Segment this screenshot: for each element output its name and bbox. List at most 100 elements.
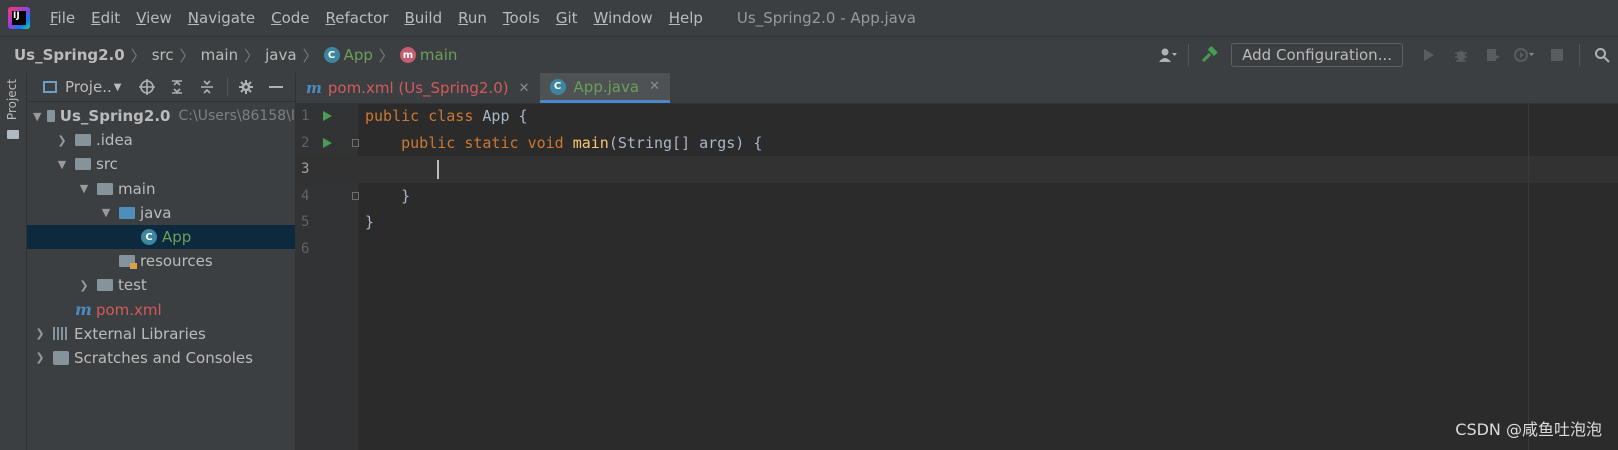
text-caret <box>437 160 440 179</box>
tree-scratches-label: Scratches and Consoles <box>74 348 253 367</box>
tree-item-java[interactable]: ▼ java <box>27 201 295 225</box>
line-number: 1 <box>301 108 310 124</box>
code-line[interactable]: } <box>358 183 1618 210</box>
project-view-selector[interactable]: Proje.. ▼ <box>43 78 121 96</box>
menu-navigate[interactable]: Navigate <box>180 9 263 27</box>
stop-icon[interactable] <box>1544 42 1570 68</box>
expand-all-icon[interactable] <box>165 75 189 99</box>
intellij-logo-icon: IJ <box>8 7 30 29</box>
editor-gutter: 1 2 3 4 5 6 <box>296 103 359 450</box>
tree-item-root[interactable]: ▼ Us_Spring2.0 C:\Users\86158\I <box>27 104 295 128</box>
code-line[interactable] <box>358 236 1618 263</box>
class-icon: C <box>323 47 340 63</box>
menu-window[interactable]: Window <box>586 9 661 27</box>
build-hammer-icon[interactable] <box>1196 42 1222 68</box>
code-line[interactable]: public static void main(String[] args) { <box>358 130 1618 157</box>
chevron-down-icon[interactable]: ▼ <box>77 182 91 195</box>
run-gutter-icon[interactable] <box>323 137 332 148</box>
tab-pom-xml[interactable]: m pom.xml (Us_Spring2.0) ✕ <box>296 73 540 103</box>
code-line[interactable]: } <box>358 209 1618 236</box>
breadcrumb-project[interactable]: Us_Spring2.0 <box>14 46 125 64</box>
run-gutter-icon[interactable] <box>323 111 332 121</box>
menu-help[interactable]: Help <box>661 9 711 27</box>
menu-refactor[interactable]: Refactor <box>318 9 397 27</box>
tree-item-external-libraries[interactable]: ❯ External Libraries <box>27 322 295 346</box>
tree-item-scratches[interactable]: ❯ Scratches and Consoles <box>27 346 295 370</box>
menu-view[interactable]: View <box>128 9 180 27</box>
maven-m-icon: m <box>75 300 92 320</box>
project-view-label: Proje.. <box>65 78 112 96</box>
breadcrumb-src[interactable]: src <box>152 46 174 64</box>
tree-item-src[interactable]: ▼ src <box>27 152 295 176</box>
gutter-line: 6 <box>296 236 358 263</box>
chevron-right-icon[interactable]: ❯ <box>33 351 47 364</box>
breadcrumb-main[interactable]: main <box>201 46 238 64</box>
code-editor[interactable]: public class App { public static void ma… <box>358 103 1618 450</box>
navigation-bar: Us_Spring2.0 〉 src 〉 main 〉 java 〉 C App… <box>0 36 1618 74</box>
tree-root-label: Us_Spring2.0 <box>59 107 171 126</box>
tree-item-pom[interactable]: m pom.xml <box>27 298 295 322</box>
method-name: main <box>572 133 609 152</box>
code-line[interactable]: public class App { <box>358 103 1618 130</box>
search-everywhere-icon[interactable] <box>1589 42 1615 68</box>
method-icon: m <box>399 47 416 63</box>
profiler-icon[interactable] <box>1512 42 1538 68</box>
tree-item-main[interactable]: ▼ main <box>27 177 295 201</box>
menu-git[interactable]: Git <box>548 9 586 27</box>
project-tool-button[interactable]: Project <box>5 79 19 120</box>
breadcrumb-separator-icon: 〉 <box>130 46 146 65</box>
tree-item-test[interactable]: ❯ test <box>27 273 295 297</box>
watermark: CSDN @咸鱼吐泡泡 <box>1455 420 1602 439</box>
chevron-right-icon[interactable]: ❯ <box>33 327 47 340</box>
gutter-line: 5 <box>296 209 358 236</box>
breadcrumb-java[interactable]: java <box>265 46 296 64</box>
maven-m-icon: m <box>306 79 322 97</box>
window-title: Us_Spring2.0 - App.java <box>736 9 916 27</box>
user-account-icon[interactable] <box>1155 42 1181 68</box>
tree-item-app[interactable]: C App <box>27 224 295 250</box>
project-panel-header: Proje.. ▼ <box>27 73 295 102</box>
close-icon[interactable]: ✕ <box>519 81 530 96</box>
tree-item-idea[interactable]: ❯ .idea <box>27 128 295 152</box>
project-tree: ▼ Us_Spring2.0 C:\Users\86158\I ❯ .idea … <box>27 102 295 370</box>
breadcrumb-class[interactable]: C App <box>323 46 373 64</box>
breadcrumb-separator-icon: 〉 <box>244 46 260 65</box>
breadcrumb-method[interactable]: m main <box>399 46 457 64</box>
collapse-all-icon[interactable] <box>195 75 219 99</box>
chevron-down-icon[interactable]: ▼ <box>33 110 41 123</box>
add-configuration-button[interactable]: Add Configuration... <box>1231 43 1403 67</box>
chevron-right-icon[interactable]: ❯ <box>77 279 91 292</box>
project-tool-window: Proje.. ▼ ▼ Us_Spring2.0 C:\Users\86158\… <box>27 73 296 450</box>
folder-icon <box>75 158 91 171</box>
debug-icon[interactable] <box>1448 42 1474 68</box>
keyword: void <box>527 133 564 152</box>
locate-target-icon[interactable] <box>135 75 159 99</box>
chevron-right-icon[interactable]: ❯ <box>55 134 69 147</box>
menu-build[interactable]: Build <box>396 9 450 27</box>
menu-tools[interactable]: Tools <box>495 9 548 27</box>
code-line-current[interactable] <box>358 156 1618 183</box>
tab-app-java[interactable]: C App.java ✕ <box>539 73 670 103</box>
folder-icon <box>75 134 91 147</box>
tree-app-label: App <box>162 228 192 247</box>
gear-icon[interactable] <box>234 75 258 99</box>
left-tool-stripe: Project <box>0 73 27 450</box>
scratches-icon <box>53 350 69 365</box>
run-icon[interactable] <box>1416 42 1442 68</box>
tree-item-resources[interactable]: resources <box>27 249 295 273</box>
menu-bar: IJ File Edit View Navigate Code Refactor… <box>0 0 1618 36</box>
menu-run[interactable]: Run <box>450 9 495 27</box>
folder-icon[interactable] <box>7 130 19 139</box>
class-icon: C <box>141 229 157 246</box>
line-number: 6 <box>301 240 310 257</box>
coverage-icon[interactable] <box>1480 42 1506 68</box>
menu-file[interactable]: File <box>42 9 83 27</box>
chevron-down-icon[interactable]: ▼ <box>55 158 69 171</box>
chevron-down-icon[interactable]: ▼ <box>99 206 113 219</box>
hide-panel-icon[interactable] <box>264 75 288 99</box>
close-icon[interactable]: ✕ <box>649 79 660 94</box>
menu-edit[interactable]: Edit <box>83 9 128 27</box>
keyword: public <box>401 133 456 152</box>
gutter-line: 1 <box>296 103 358 130</box>
menu-code[interactable]: Code <box>263 9 317 27</box>
